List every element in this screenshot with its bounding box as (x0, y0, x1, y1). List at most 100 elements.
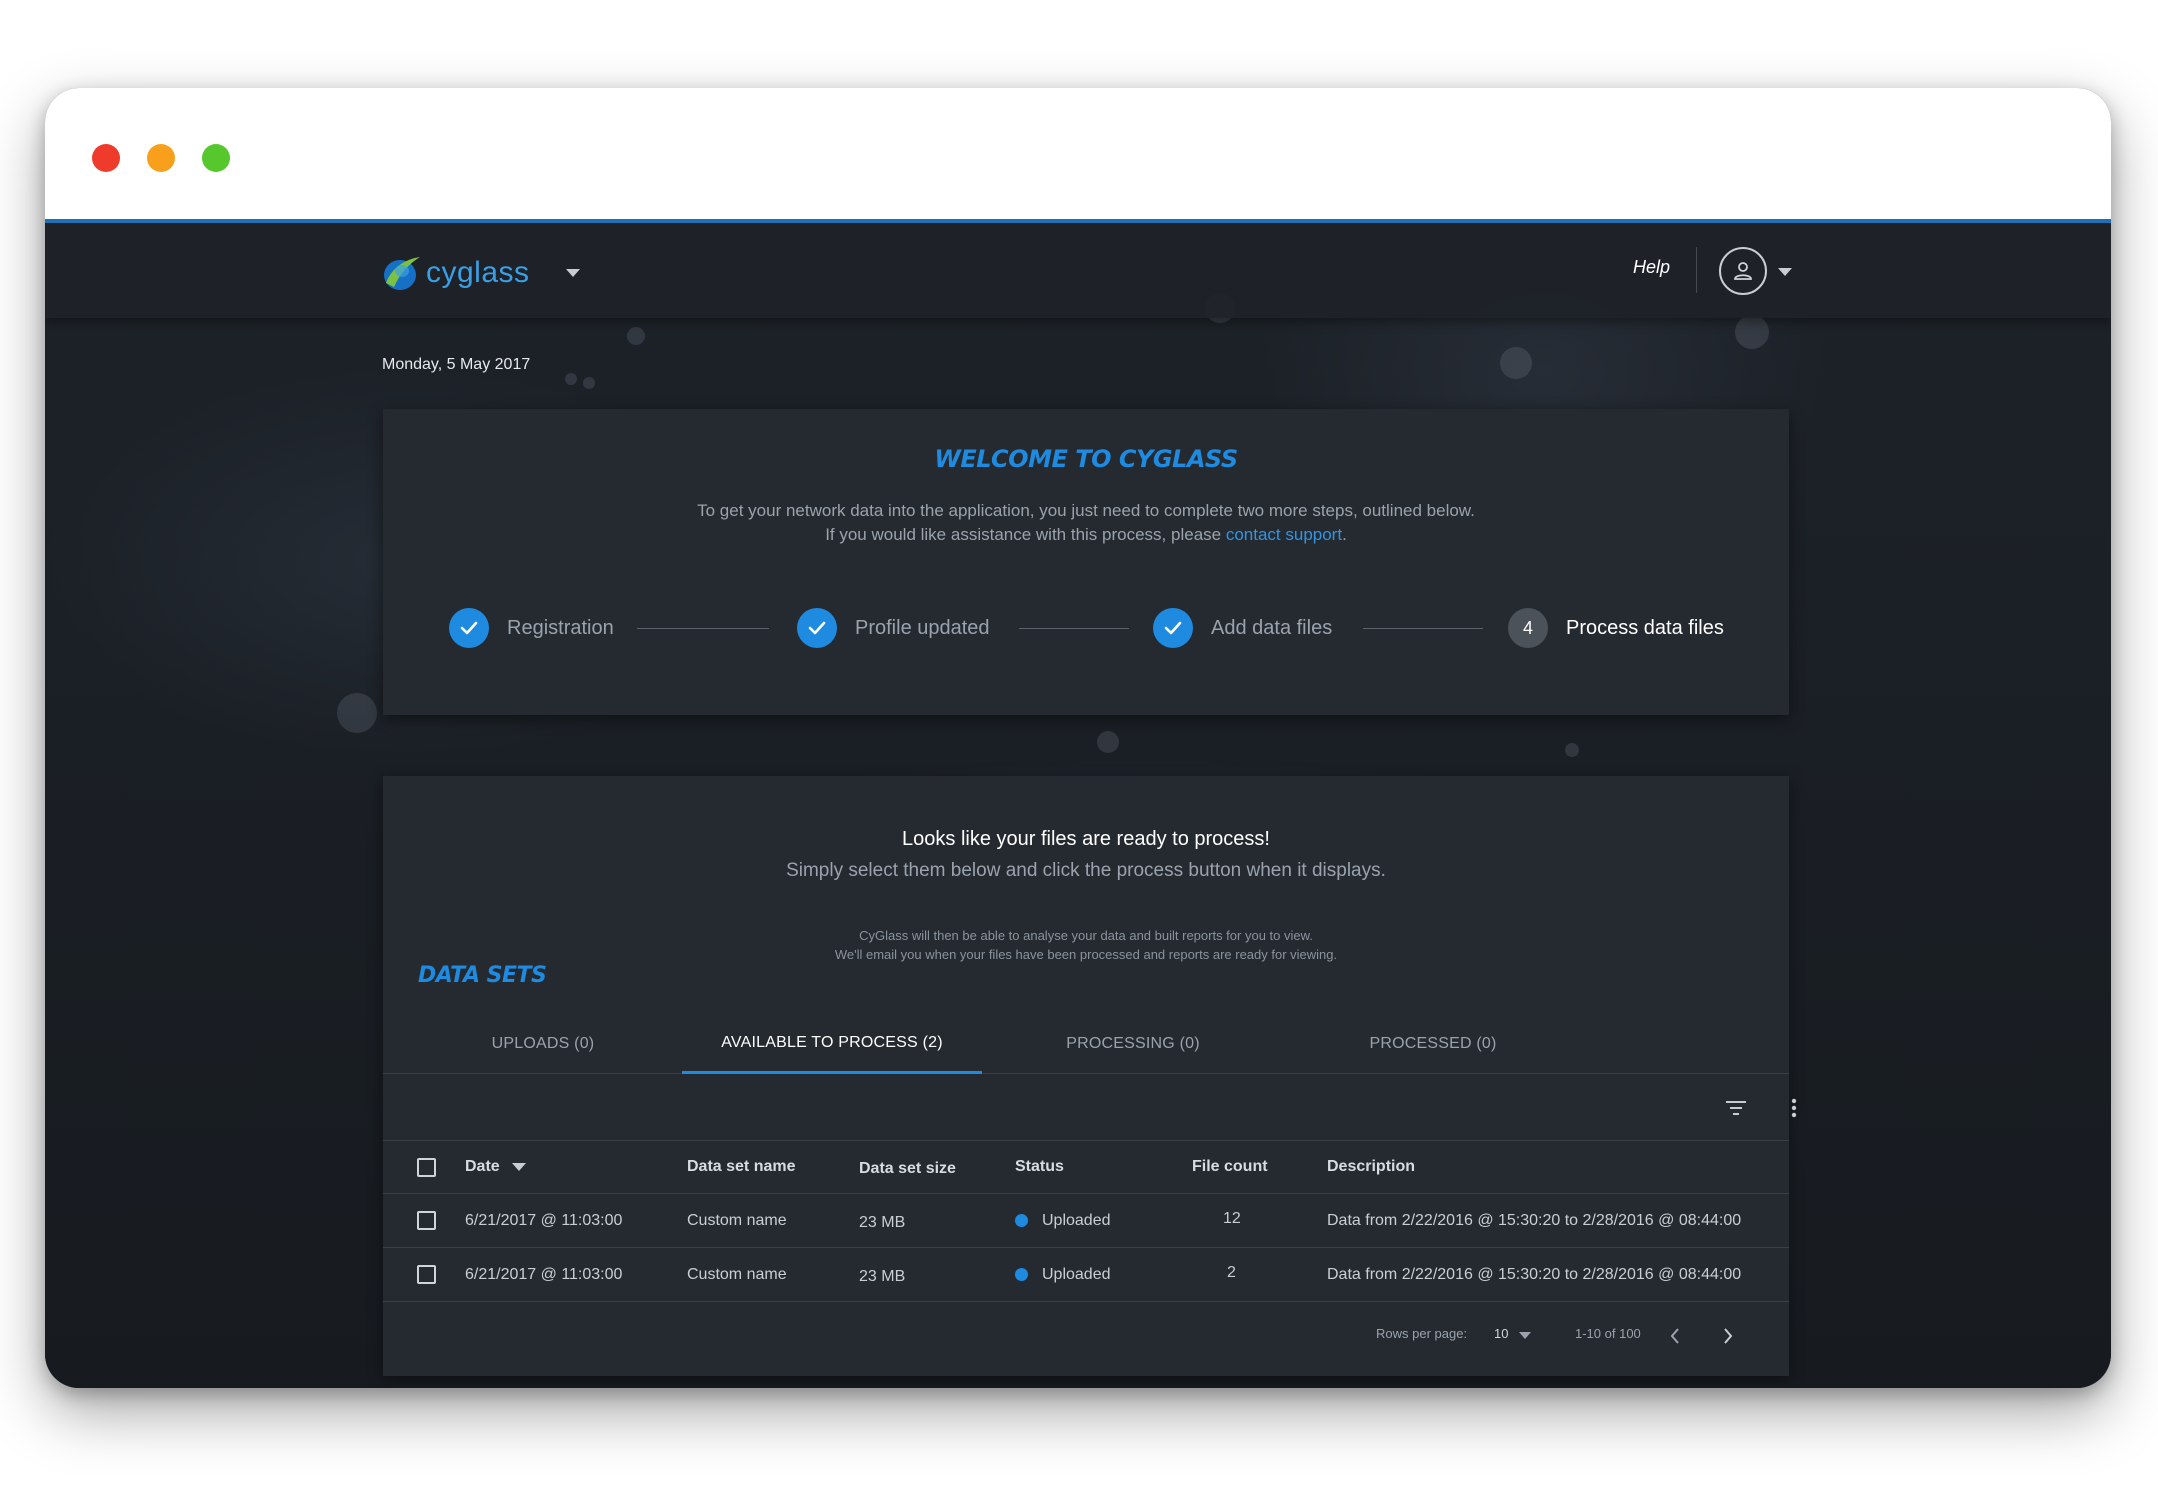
previous-page-button[interactable] (1663, 1321, 1687, 1351)
maximize-window-button[interactable] (202, 144, 230, 172)
cyglass-logo[interactable]: cyglass (380, 253, 530, 293)
app-area: cyglass Help Monday, 5 May 2017 WELCOME … (45, 223, 2111, 1388)
section-title: DATA SETS (418, 963, 547, 988)
step-label: Registration (507, 616, 614, 639)
window-titlebar (45, 88, 2111, 223)
table-row[interactable]: 6/21/2017 @ 11:03:00 Custom name 23 MB U… (383, 1194, 1789, 1248)
dataset-tabs: UPLOADS (0) AVAILABLE TO PROCESS (2) PRO… (383, 1014, 1789, 1074)
check-icon (1153, 608, 1193, 648)
navbar-divider (1696, 247, 1697, 293)
step-add-data-files: Add data files (1153, 607, 1332, 649)
current-date: Monday, 5 May 2017 (382, 356, 531, 373)
status-dot-icon (1015, 1214, 1028, 1227)
row-status-label: Uploaded (1042, 1211, 1111, 1229)
select-all-checkbox[interactable] (417, 1157, 436, 1177)
row-select-cell (417, 1248, 436, 1301)
row-select-cell (417, 1194, 436, 1247)
step-number: 4 (1508, 608, 1548, 648)
column-date[interactable]: Date (465, 1141, 526, 1193)
background-dot (337, 693, 377, 733)
background-dot (583, 377, 595, 389)
row-status: Uploaded (1015, 1194, 1111, 1247)
column-description[interactable]: Description (1327, 1141, 1415, 1193)
row-checkbox[interactable] (417, 1265, 436, 1284)
contact-support-link[interactable]: contact support (1226, 525, 1342, 544)
note-line2: We'll email you when your files have bee… (834, 947, 1338, 962)
row-date: 6/21/2017 @ 11:03:00 (465, 1211, 623, 1229)
chevron-down-icon[interactable] (1519, 1332, 1531, 1339)
row-status: Uploaded (1015, 1248, 1111, 1301)
welcome-text-suffix: . (1342, 525, 1347, 544)
welcome-description: To get your network data into the applic… (383, 499, 1789, 547)
row-name: Custom name (687, 1211, 787, 1229)
welcome-text-line1: To get your network data into the applic… (697, 501, 1475, 520)
sort-down-icon (511, 1163, 526, 1171)
row-description: Data from 2/22/2016 @ 15:30:20 to 2/28/2… (1327, 1211, 1742, 1229)
rows-per-page-label: Rows per page: (1376, 1326, 1468, 1341)
background-dot (1735, 315, 1769, 349)
chevron-down-icon[interactable] (566, 269, 580, 277)
onboarding-stepper: Registration Profile updated Add data fi… (383, 607, 1789, 649)
welcome-text-line2: If you would like assistance with this p… (383, 523, 1789, 547)
welcome-title: WELCOME TO CYGLASS (934, 445, 1238, 473)
column-date-label: Date (465, 1158, 500, 1175)
rows-per-page-select[interactable]: 10 (1494, 1326, 1508, 1341)
row-file-count: 12 (1223, 1209, 1241, 1227)
background-dot (627, 327, 645, 345)
datasets-table: Date Data set name Data set size Status … (383, 1141, 1789, 1302)
status-dot-icon (1015, 1268, 1028, 1281)
note-line1: CyGlass will then be able to analyse you… (859, 928, 1313, 943)
column-status[interactable]: Status (1015, 1141, 1064, 1193)
row-status-label: Uploaded (1042, 1265, 1111, 1283)
ready-note: CyGlass will then be able to analyse you… (383, 926, 1789, 964)
background-dot (1097, 731, 1119, 753)
step-connector (1019, 628, 1129, 629)
cyglass-logo-icon (384, 257, 420, 290)
row-date: 6/21/2017 @ 11:03:00 (465, 1265, 623, 1283)
ready-subtitle: Simply select them below and click the p… (786, 860, 1386, 881)
more-options-icon[interactable] (1781, 1095, 1807, 1121)
help-link[interactable]: Help (1633, 257, 1670, 278)
row-checkbox[interactable] (417, 1211, 436, 1230)
step-label: Process data files (1566, 616, 1724, 639)
step-label: Profile updated (855, 616, 990, 639)
column-name[interactable]: Data set name (687, 1141, 796, 1193)
chevron-down-icon[interactable] (1778, 268, 1792, 276)
background-dot (1565, 743, 1579, 757)
filter-icon[interactable] (1723, 1095, 1749, 1121)
step-connector (1363, 628, 1483, 629)
column-size[interactable]: Data set size (859, 1143, 956, 1195)
row-name: Custom name (687, 1265, 787, 1283)
step-registration: Registration (449, 607, 614, 649)
table-toolbar (383, 1075, 1797, 1141)
step-profile-updated: Profile updated (797, 607, 990, 649)
minimize-window-button[interactable] (147, 144, 175, 172)
background-dot (565, 373, 577, 385)
browser-window: cyglass Help Monday, 5 May 2017 WELCOME … (45, 88, 2111, 1388)
column-file-count[interactable]: File count (1192, 1141, 1268, 1193)
tab-processed[interactable]: PROCESSED (0) (1283, 1014, 1583, 1074)
top-navbar: cyglass Help (45, 223, 2111, 318)
welcome-card: WELCOME TO CYGLASS To get your network d… (383, 409, 1789, 715)
check-icon (797, 608, 837, 648)
ready-title: Looks like your files are ready to proce… (902, 828, 1270, 850)
pagination-range: 1-10 of 100 (1575, 1326, 1641, 1341)
tab-processing[interactable]: PROCESSING (0) (983, 1014, 1283, 1074)
tab-available-to-process[interactable]: AVAILABLE TO PROCESS (2) (682, 1014, 982, 1074)
tab-uploads[interactable]: UPLOADS (0) (423, 1014, 663, 1074)
close-window-button[interactable] (92, 144, 120, 172)
user-avatar-button[interactable] (1719, 247, 1767, 295)
table-header: Date Data set name Data set size Status … (383, 1141, 1789, 1194)
select-all-cell (417, 1141, 436, 1193)
background-dot (1500, 347, 1532, 379)
logo-text: cyglass (426, 256, 530, 289)
table-pagination: Rows per page: 10 1-10 of 100 (383, 1306, 1789, 1366)
check-icon (449, 608, 489, 648)
next-page-button[interactable] (1716, 1321, 1740, 1351)
table-row[interactable]: 6/21/2017 @ 11:03:00 Custom name 23 MB U… (383, 1248, 1789, 1302)
row-description: Data from 2/22/2016 @ 15:30:20 to 2/28/2… (1327, 1265, 1742, 1283)
step-process-data-files: 4 Process data files (1508, 607, 1724, 649)
row-size: 23 MB (859, 1213, 906, 1231)
chevron-left-icon (1670, 1328, 1679, 1344)
user-icon (1734, 262, 1752, 280)
